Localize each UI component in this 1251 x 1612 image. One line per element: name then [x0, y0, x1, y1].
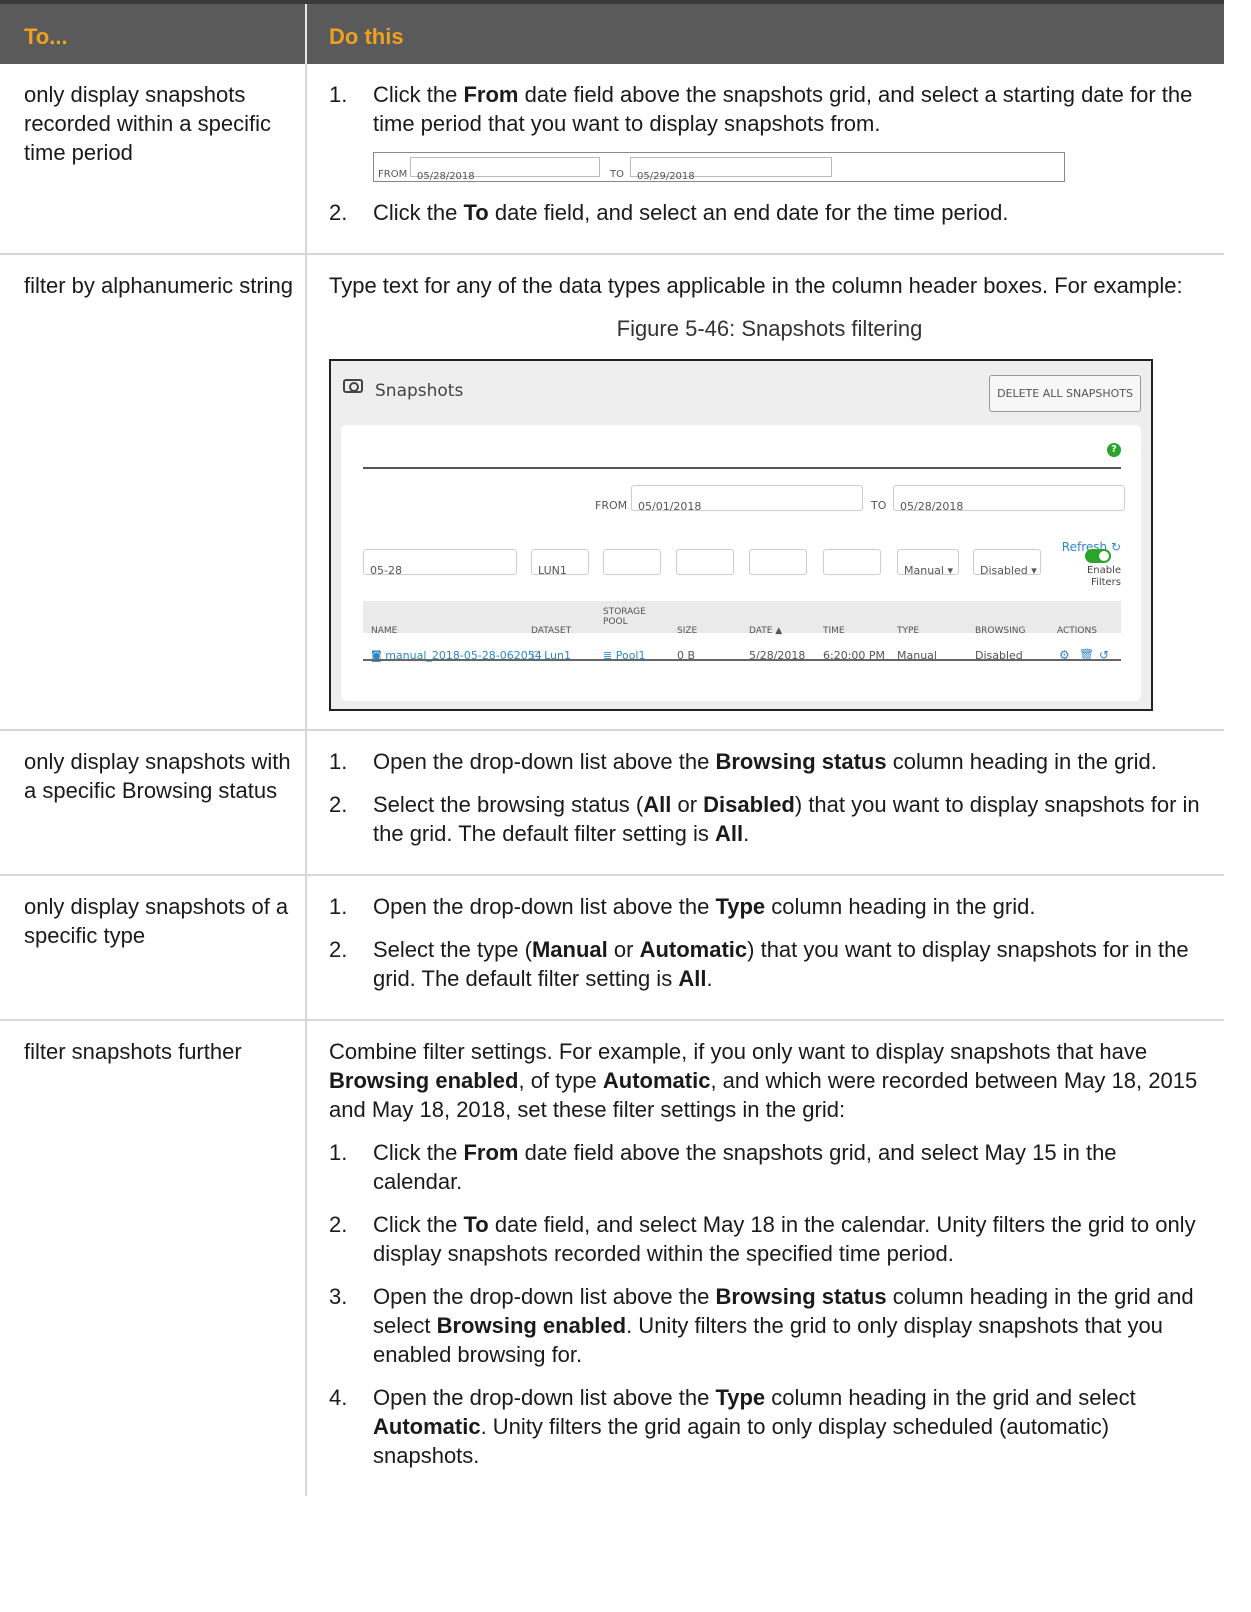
- chevron-down-icon: ▾: [947, 564, 954, 577]
- browsing-cell: Disabled: [975, 649, 1023, 662]
- to-label: TO: [871, 499, 887, 512]
- header-do-this: Do this: [329, 24, 404, 49]
- step: 3. Open the drop-down list above the Bro…: [329, 1282, 1210, 1369]
- step-text: Click the To date field, and select May …: [373, 1212, 1196, 1266]
- date-range-bar: FROM 05/28/2018 TO 05/29/2018: [373, 152, 1065, 182]
- size-filter-input[interactable]: [676, 549, 734, 575]
- pool-link[interactable]: ≣ Pool1: [603, 641, 645, 670]
- step-text: Click the From date field above the snap…: [373, 82, 1193, 136]
- to-date-field[interactable]: 05/29/2018: [630, 157, 832, 182]
- divider: [363, 467, 1121, 469]
- sort-ascending-icon: ▲: [775, 626, 783, 636]
- restore-icon[interactable]: ↺: [1099, 641, 1109, 670]
- name-filter-input[interactable]: 05-28: [363, 549, 517, 577]
- enable-filters-label: Enable Filters: [1086, 565, 1121, 588]
- step: 2. Click the To date field, and select a…: [329, 198, 1210, 227]
- figure-caption: Figure 5-46: Snapshots filtering: [616, 316, 923, 341]
- step: 2. Select the browsing status (All or Di…: [329, 790, 1210, 848]
- delete-all-snapshots-button[interactable]: DELETE ALL SNAPSHOTS: [989, 375, 1141, 412]
- intro-text: Combine filter settings. For example, if…: [329, 1039, 1198, 1122]
- dataset-link[interactable]: ⬡ Lun1: [531, 641, 571, 670]
- help-icon[interactable]: ?: [1107, 443, 1121, 457]
- date-bar-wrapper: FROM 05/28/2018 TO 05/29/2018: [329, 152, 1210, 182]
- refresh-icon: ↻: [1110, 540, 1121, 554]
- table-row: only display snapshots with a specific B…: [0, 731, 1224, 876]
- task-cell: only display snapshots recorded within a…: [0, 64, 307, 253]
- instructions-cell: 1. Click the From date field above the s…: [307, 64, 1224, 253]
- chevron-down-icon: ▾: [1031, 564, 1037, 577]
- step-number: 2.: [329, 937, 348, 962]
- step-number: 1.: [329, 1140, 348, 1165]
- step-text: Open the drop-down list above the Browsi…: [373, 749, 1157, 774]
- from-date-field[interactable]: 05/28/2018: [410, 157, 600, 182]
- step-number: 2.: [329, 200, 348, 225]
- step: 2. Click the To date field, and select M…: [329, 1210, 1210, 1268]
- table-row: only display snapshots recorded within a…: [0, 64, 1224, 255]
- grid-header: NAME DATASET STORAGE POOL SIZE DATE ▲ TI…: [363, 601, 1121, 636]
- task-cell: only display snapshots of a specific typ…: [0, 876, 307, 1019]
- enable-filters-toggle[interactable]: [1085, 549, 1111, 563]
- task-cell: filter snapshots further: [0, 1021, 307, 1496]
- storage-pool-filter-input[interactable]: [603, 549, 661, 575]
- row-divider: [363, 659, 1121, 661]
- step-text: Click the From date field above the snap…: [373, 1140, 1117, 1194]
- to-label: TO: [610, 169, 624, 180]
- intro-text: Type text for any of the data types appl…: [329, 273, 1183, 298]
- trash-icon[interactable]: 🗑: [1079, 641, 1094, 670]
- task-cell: only display snapshots with a specific B…: [0, 731, 307, 874]
- step-number: 1.: [329, 894, 348, 919]
- snapshot-name-link[interactable]: ◙ manual_2018-05-28-062054: [371, 641, 542, 670]
- from-label: FROM: [595, 499, 628, 512]
- step-number: 1.: [329, 749, 348, 774]
- snapshots-screenshot: Snapshots DELETE ALL SNAPSHOTS ? FROM 05…: [329, 359, 1153, 711]
- table-header: To... Do this: [0, 4, 1224, 64]
- step-text: Open the drop-down list above the Browsi…: [373, 1284, 1194, 1367]
- step-text: Select the browsing status (All or Disab…: [373, 792, 1200, 846]
- step: 4. Open the drop-down list above the Typ…: [329, 1383, 1210, 1470]
- step-number: 4.: [329, 1385, 348, 1410]
- from-date-field[interactable]: 05/01/2018: [631, 485, 863, 513]
- instructions-cell: 1. Open the drop-down list above the Typ…: [307, 876, 1224, 1019]
- date-filter-input[interactable]: [749, 549, 807, 575]
- browse-icon[interactable]: ⚙: [1059, 641, 1070, 670]
- step-number: 2.: [329, 792, 348, 817]
- to-date-field[interactable]: 05/28/2018: [893, 485, 1125, 513]
- step-text: Click the To date field, and select an e…: [373, 200, 1009, 225]
- step: 2. Select the type (Manual or Automatic)…: [329, 935, 1210, 993]
- step-number: 1.: [329, 82, 348, 107]
- snapshots-title: Snapshots: [375, 381, 464, 401]
- table-row: filter snapshots further Combine filter …: [0, 1021, 1224, 1496]
- step-number: 3.: [329, 1284, 348, 1309]
- instructions-cell: Type text for any of the data types appl…: [307, 255, 1224, 729]
- time-cell: 6:20:00 PM: [823, 649, 886, 662]
- step: 1. Open the drop-down list above the Bro…: [329, 747, 1210, 776]
- step-text: Select the type (Manual or Automatic) th…: [373, 937, 1189, 991]
- dataset-filter-input[interactable]: LUN1: [531, 549, 589, 577]
- header-to: To...: [0, 4, 307, 64]
- table-row: only display snapshots of a specific typ…: [0, 876, 1224, 1021]
- step: 1. Open the drop-down list above the Typ…: [329, 892, 1210, 921]
- table-row: filter by alphanumeric string Type text …: [0, 255, 1224, 731]
- snapshots-grid-panel: ? FROM 05/01/2018 TO 05/28/2018 Refresh …: [341, 425, 1141, 701]
- size-cell: 0 B: [677, 649, 696, 662]
- step-number: 2.: [329, 1212, 348, 1237]
- browsing-filter-select[interactable]: Disabled ▾: [973, 549, 1041, 577]
- column-header[interactable]: STORAGE POOL: [603, 607, 647, 627]
- from-label: FROM: [378, 169, 408, 180]
- date-cell: 5/28/2018: [749, 649, 806, 662]
- step-text: Open the drop-down list above the Type c…: [373, 1385, 1136, 1468]
- step: 1. Click the From date field above the s…: [329, 1138, 1210, 1196]
- time-filter-input[interactable]: [823, 549, 881, 575]
- instructions-cell: 1. Open the drop-down list above the Bro…: [307, 731, 1224, 874]
- procedure-table: To... Do this only display snapshots rec…: [0, 0, 1224, 1496]
- type-cell: Manual: [897, 649, 937, 662]
- step: 1. Click the From date field above the s…: [329, 80, 1210, 138]
- step-text: Open the drop-down list above the Type c…: [373, 894, 1036, 919]
- task-cell: filter by alphanumeric string: [0, 255, 307, 729]
- camera-icon: [343, 379, 363, 393]
- type-filter-select[interactable]: Manual ▾: [897, 549, 959, 577]
- instructions-cell: Combine filter settings. For example, if…: [307, 1021, 1224, 1496]
